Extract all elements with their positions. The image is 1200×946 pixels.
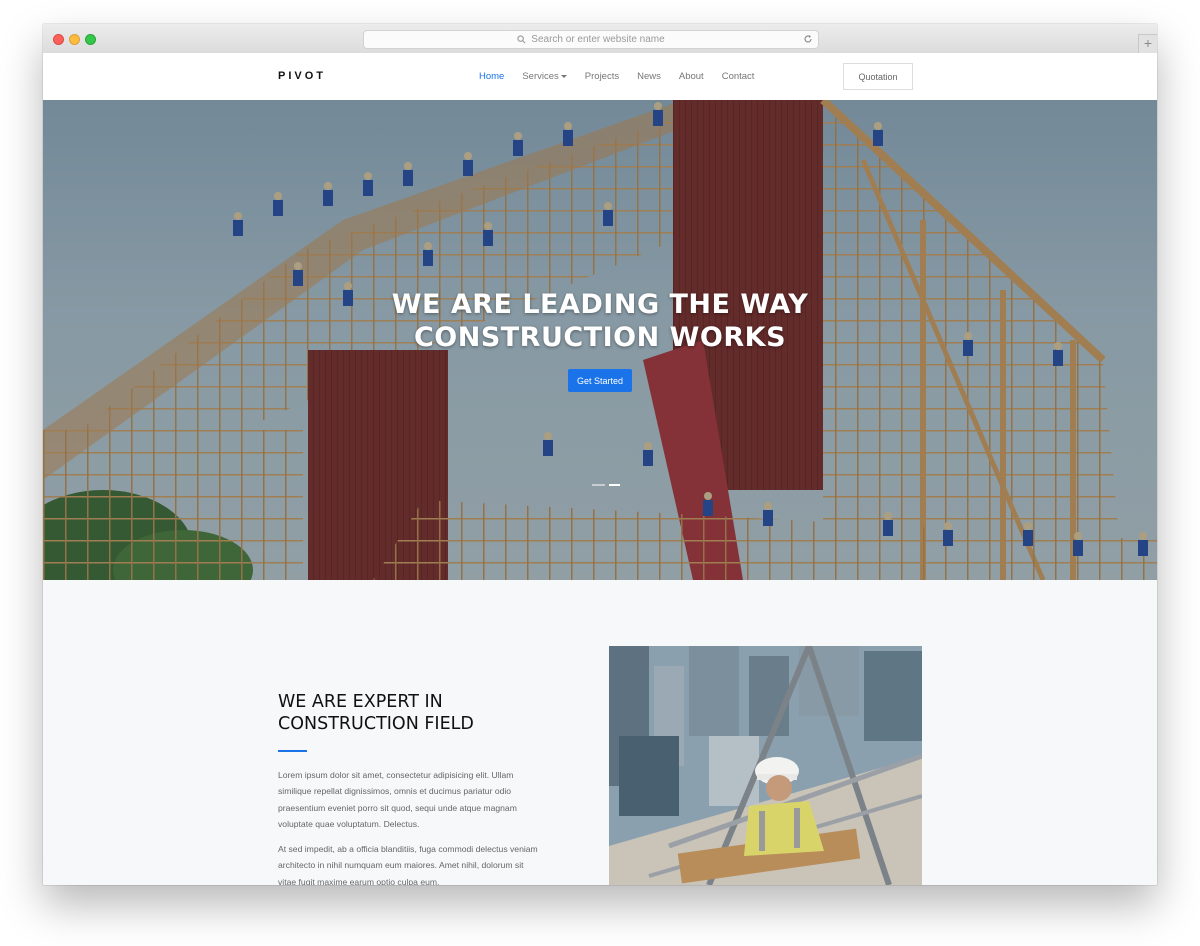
about-heading: WE ARE EXPERT IN CONSTRUCTION FIELD (278, 691, 558, 735)
nav-projects[interactable]: Projects (585, 71, 619, 82)
reload-icon[interactable] (803, 34, 813, 44)
minimize-window-icon[interactable] (69, 34, 80, 45)
nav-news[interactable]: News (637, 71, 661, 82)
hero-title-line1: WE ARE LEADING THE WAY (391, 289, 809, 320)
slide-indicator-1[interactable] (592, 484, 605, 486)
hero-slider: WE ARE LEADING THE WAY CONSTRUCTION WORK… (43, 100, 1157, 580)
browser-window: Search or enter website name + PIVOT Hom… (43, 24, 1157, 885)
hero-title: WE ARE LEADING THE WAY CONSTRUCTION WORK… (43, 288, 1157, 354)
maximize-window-icon[interactable] (85, 34, 96, 45)
worker-photo-image (609, 646, 922, 885)
nav-services[interactable]: Services (522, 71, 567, 82)
nav-services-label: Services (522, 71, 559, 82)
about-heading-line1: WE ARE EXPERT IN (278, 692, 443, 712)
address-placeholder: Search or enter website name (531, 34, 665, 45)
about-paragraph-1: Lorem ipsum dolor sit amet, consectetur … (278, 770, 517, 829)
address-bar[interactable]: Search or enter website name (363, 30, 819, 49)
main-nav: Home Services Projects News About Contac… (479, 71, 772, 82)
site-navbar: PIVOT Home Services Projects News About … (43, 53, 1157, 101)
close-window-icon[interactable] (53, 34, 64, 45)
new-tab-button[interactable]: + (1138, 34, 1157, 53)
chevron-down-icon (560, 75, 567, 78)
nav-about[interactable]: About (679, 71, 704, 82)
about-heading-line2: CONSTRUCTION FIELD (278, 714, 474, 734)
about-section: WE ARE EXPERT IN CONSTRUCTION FIELD Lore… (43, 580, 1157, 885)
hero-title-line2: CONSTRUCTION WORKS (413, 322, 787, 353)
worker-photo (609, 646, 922, 885)
nav-contact[interactable]: Contact (722, 71, 755, 82)
nav-home[interactable]: Home (479, 71, 504, 82)
about-paragraph-2: At sed impedit, ab a officia blanditiis,… (278, 844, 538, 885)
heading-divider (278, 750, 307, 752)
get-started-button[interactable]: Get Started (568, 369, 632, 392)
search-icon (517, 35, 526, 44)
browser-toolbar: Search or enter website name + (43, 24, 1157, 54)
slide-indicator-2[interactable] (609, 484, 620, 486)
site-logo[interactable]: PIVOT (278, 70, 326, 82)
quotation-button[interactable]: Quotation (843, 63, 913, 90)
